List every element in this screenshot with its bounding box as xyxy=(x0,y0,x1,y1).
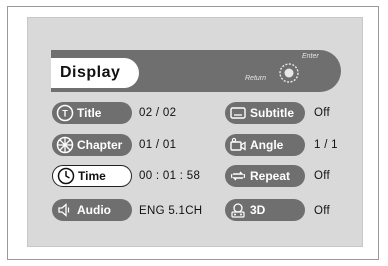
audio-value: ENG 5.1CH xyxy=(139,205,203,217)
display-title: Display xyxy=(51,58,139,88)
repeat-icon xyxy=(230,171,246,181)
angle-value: 1 / 1 xyxy=(314,139,338,151)
title-button[interactable]: T Title xyxy=(52,102,132,124)
3d-label: 3D xyxy=(250,203,266,217)
chapter-button[interactable]: Chapter xyxy=(52,134,132,156)
title-value: 02 / 02 xyxy=(139,107,177,119)
enter-hint: Enter xyxy=(302,53,319,60)
subtitle-value: Off xyxy=(314,107,331,119)
3d-value: Off xyxy=(314,205,331,217)
angle-button[interactable]: Angle xyxy=(225,134,305,156)
chapter-value: 01 / 01 xyxy=(139,139,177,151)
audio-label: Audio xyxy=(77,203,111,217)
audio-button[interactable]: Audio xyxy=(52,199,132,221)
subtitle-icon xyxy=(230,107,246,119)
speaker-icon xyxy=(58,203,70,217)
subtitle-label: Subtitle xyxy=(250,106,294,120)
time-label: Time xyxy=(78,169,106,183)
repeat-label: Repeat xyxy=(250,169,291,183)
chapter-label: Chapter xyxy=(77,138,123,152)
3d-sound-icon xyxy=(231,203,245,218)
joystick-icon xyxy=(279,63,299,83)
angle-label: Angle xyxy=(250,138,284,152)
time-button[interactable]: Time xyxy=(52,165,132,187)
repeat-button[interactable]: Repeat xyxy=(225,165,305,187)
time-value: 00 : 01 : 58 xyxy=(139,170,201,182)
title-icon: T xyxy=(56,104,74,122)
svg-text:T: T xyxy=(62,109,68,119)
subtitle-button[interactable]: Subtitle xyxy=(225,102,305,124)
repeat-value: Off xyxy=(314,170,331,182)
title-label: Title xyxy=(77,106,102,120)
camera-angle-icon xyxy=(230,137,246,151)
clock-icon xyxy=(57,167,75,185)
chapter-icon xyxy=(56,136,74,154)
return-hint: Return xyxy=(245,75,267,82)
3d-button[interactable]: 3D xyxy=(225,199,305,221)
